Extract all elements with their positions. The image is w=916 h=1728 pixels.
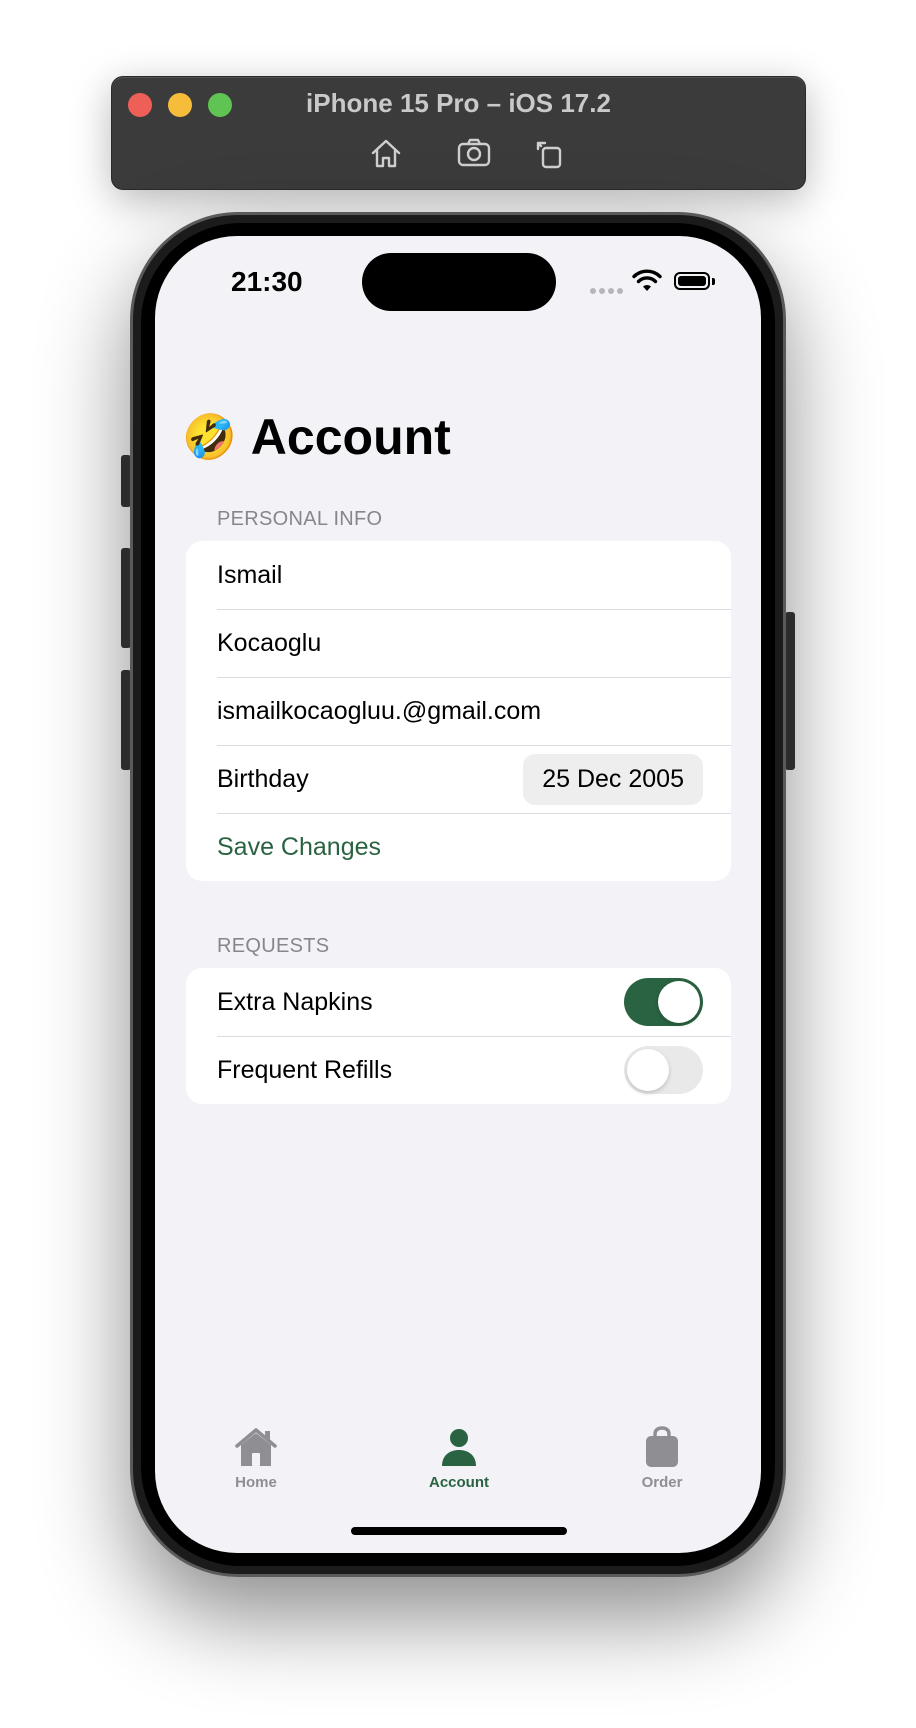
- cellular-dots-icon: [590, 281, 626, 299]
- extra-napkins-toggle[interactable]: [624, 978, 703, 1026]
- tab-bar: Home Account Order: [155, 1426, 761, 1506]
- frequent-refills-toggle[interactable]: [624, 1046, 703, 1094]
- personal-info-group: Ismail Kocaoglu ismailkocaogluu.@gmail.c…: [186, 541, 731, 881]
- tab-order-label: Order: [641, 1474, 683, 1491]
- person-icon: [442, 1429, 476, 1466]
- tab-order[interactable]: Order: [602, 1426, 722, 1491]
- first-name-value: Ismail: [217, 560, 283, 589]
- battery-icon: [674, 272, 710, 290]
- home-icon[interactable]: [368, 135, 404, 171]
- phone-screen: 21:30 🤣 Account PERSONAL INFO Ismail Koc…: [155, 236, 761, 1553]
- last-name-field[interactable]: Kocaoglu: [186, 609, 731, 677]
- house-icon: [235, 1428, 277, 1466]
- screenshot-icon[interactable]: [456, 135, 492, 171]
- email-value: ismailkocaogluu.@gmail.com: [217, 696, 542, 725]
- simulator-title-bar: iPhone 15 Pro – iOS 17.2: [111, 76, 806, 190]
- extra-napkins-row: Extra Napkins: [186, 968, 731, 1036]
- page-title-text: Account: [250, 409, 451, 465]
- power-button: [785, 612, 795, 770]
- dynamic-island: [362, 253, 556, 311]
- birthday-label: Birthday: [217, 764, 309, 793]
- birthday-row: Birthday 25 Dec 2005: [186, 745, 731, 813]
- tab-home-label: Home: [235, 1474, 277, 1491]
- tab-account[interactable]: Account: [399, 1426, 519, 1491]
- requests-group: Extra Napkins Frequent Refills: [186, 968, 731, 1104]
- email-field[interactable]: ismailkocaogluu.@gmail.com: [186, 677, 731, 745]
- personal-info-header: PERSONAL INFO: [217, 508, 383, 530]
- home-indicator: [351, 1527, 567, 1535]
- status-icons: [590, 269, 720, 295]
- save-changes-label: Save Changes: [217, 832, 382, 861]
- page-title: 🤣 Account: [182, 408, 451, 466]
- birthday-date-picker[interactable]: 25 Dec 2005: [523, 753, 703, 805]
- extra-napkins-label: Extra Napkins: [217, 987, 373, 1016]
- tab-home[interactable]: Home: [196, 1426, 316, 1491]
- save-changes-button[interactable]: Save Changes: [186, 813, 731, 881]
- last-name-value: Kocaoglu: [217, 628, 322, 657]
- first-name-field[interactable]: Ismail: [186, 541, 731, 609]
- frequent-refills-label: Frequent Refills: [217, 1055, 393, 1084]
- requests-header: REQUESTS: [217, 935, 330, 957]
- bag-icon: [646, 1426, 678, 1467]
- simulator-title: iPhone 15 Pro – iOS 17.2: [306, 88, 611, 118]
- status-time: 21:30: [231, 266, 303, 297]
- laughing-emoji: 🤣: [182, 413, 237, 462]
- frequent-refills-row: Frequent Refills: [186, 1036, 731, 1104]
- tab-account-label: Account: [429, 1474, 489, 1491]
- wifi-icon: [632, 269, 662, 291]
- rotate-icon[interactable]: [532, 135, 568, 171]
